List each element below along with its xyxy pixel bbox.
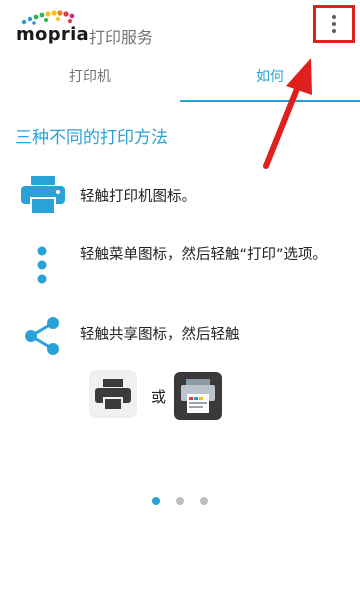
step-share-text: 轻触共享图标，然后轻触	[80, 327, 240, 343]
more-vert-icon	[332, 15, 336, 33]
print-service-app-icon	[174, 372, 222, 420]
step-printer-text: 轻触打印机图标。	[80, 189, 196, 205]
tab-bar: 打印机 如何	[0, 58, 360, 102]
or-separator: 或	[151, 388, 167, 406]
page-dot	[176, 497, 184, 505]
tab-printers[interactable]: 打印机	[0, 58, 180, 102]
tab-how-to-label: 如何	[256, 69, 284, 85]
logo-wordmark: mopria	[16, 24, 90, 45]
app-bar: mopria 打印服务	[0, 0, 360, 60]
step-menu-text: 轻触菜单图标，然后轻触“打印”选项。	[80, 247, 328, 263]
overflow-menu-button[interactable]	[313, 5, 355, 43]
tab-printers-label: 打印机	[69, 69, 111, 85]
tab-how-to[interactable]: 如何	[180, 58, 360, 102]
printer-icon	[21, 176, 65, 213]
page-dot	[200, 497, 208, 505]
active-tab-indicator	[180, 100, 360, 102]
share-icon	[25, 317, 59, 355]
section-title: 三种不同的打印方法	[15, 128, 168, 148]
mopria-print-app-icon	[89, 370, 137, 418]
page-dot-active	[152, 497, 160, 505]
app-title: 打印服务	[89, 28, 154, 47]
more-vert-icon	[37, 246, 47, 284]
mopria-logo: mopria	[16, 8, 90, 46]
